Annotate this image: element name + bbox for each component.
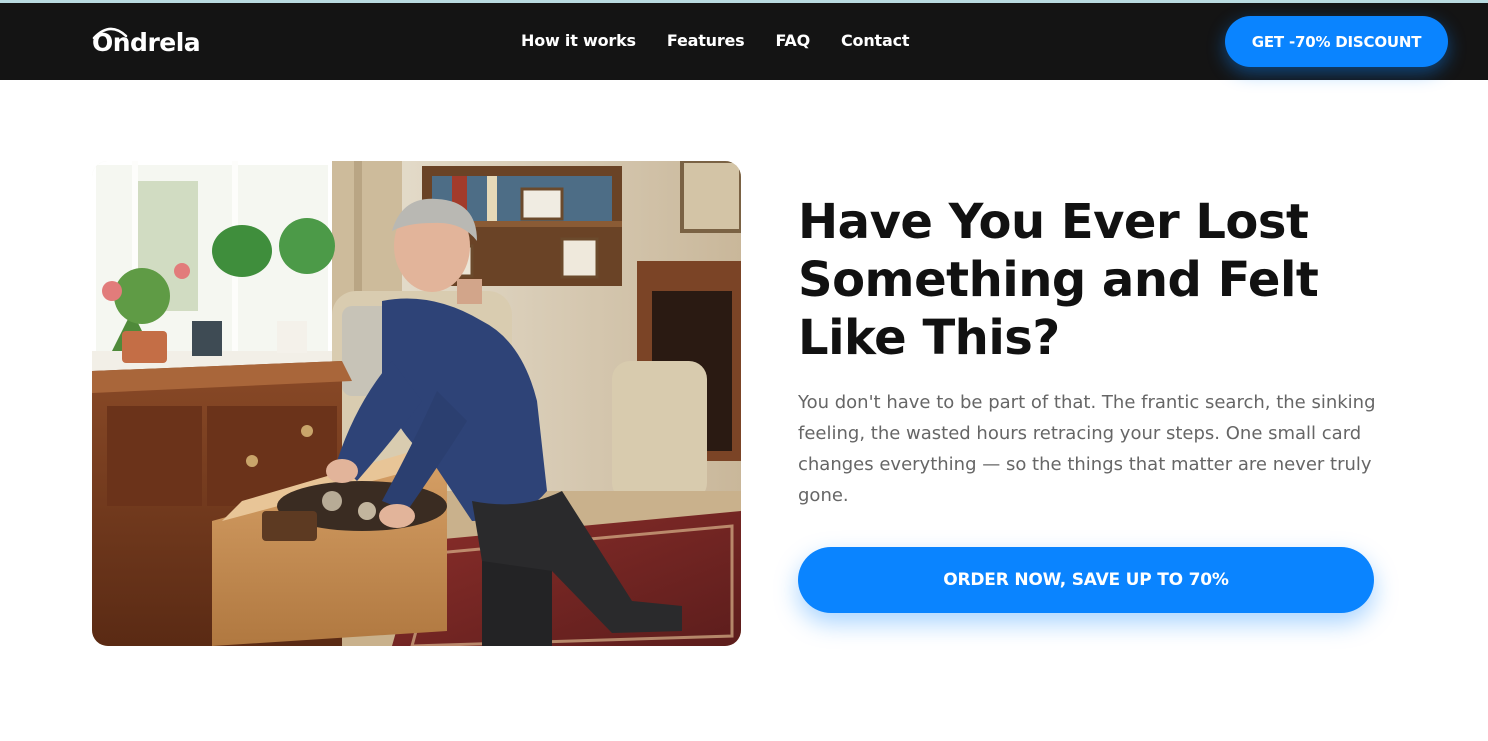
hero-headline: Have You Ever Lost Something and Felt Li… [798, 194, 1319, 366]
nav-link-contact[interactable]: Contact [841, 30, 910, 52]
photo-elderly-man-searching-drawer-icon [92, 161, 741, 646]
order-now-button[interactable]: ORDER NOW, SAVE UP TO 70% [798, 547, 1374, 613]
main-nav: How it works Features FAQ Contact [521, 30, 940, 52]
nav-link-how-it-works[interactable]: How it works [521, 30, 636, 52]
hero-photo [92, 161, 741, 646]
hero-subtext: You don't have to be part of that. The f… [798, 392, 1376, 506]
top-navbar: Ondrela How it works Features FAQ Contac… [0, 3, 1488, 80]
logo-arc-icon [92, 27, 128, 39]
nav-link-features[interactable]: Features [667, 30, 745, 52]
discount-button[interactable]: GET -70% DISCOUNT [1225, 16, 1448, 67]
nav-link-faq[interactable]: FAQ [776, 30, 811, 52]
brand-logo[interactable]: Ondrela [92, 25, 201, 61]
